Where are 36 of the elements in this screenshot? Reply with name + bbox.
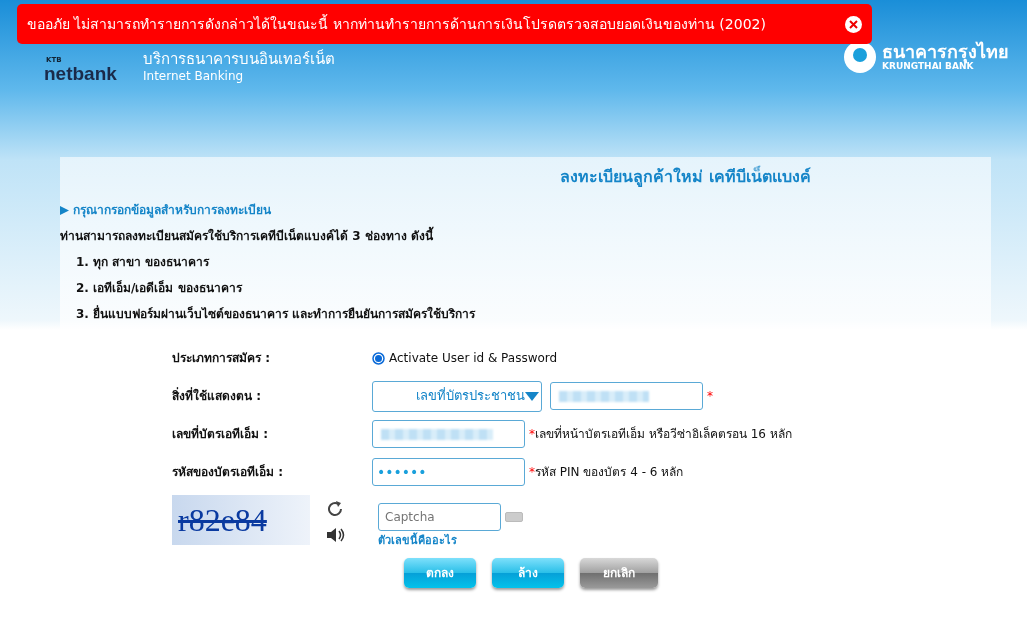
required-mark: * (707, 388, 713, 405)
id-type-dropdown[interactable]: เลขที่บัตรประชาชน (372, 380, 542, 412)
service-subtitle: Internet Banking (143, 68, 244, 85)
speaker-icon[interactable] (326, 525, 346, 544)
field-hint: รหัส PIN ของบัตร 4 - 6 หลัก (535, 464, 684, 481)
cancel-button[interactable]: ยกเลิก (580, 557, 658, 588)
intro-text: ท่านสามารถลงทะเบียนสมัครใช้บริการเคทีบีเน็ตแบงค์ได้ 3 ช่องทาง ดังนี้ (60, 227, 991, 245)
required-mark: * (529, 464, 535, 481)
field-label: ประเภทการสมัคร : (172, 350, 271, 367)
section-heading: กรุณากรอกข้อมูลสำหรับการลงทะเบียน (73, 202, 271, 219)
radio-button[interactable] (372, 349, 385, 367)
submit-button[interactable]: ล้าง (492, 557, 564, 588)
field-label: รหัสของบัตรเอทีเอ็ม : (172, 463, 284, 481)
card-number-field[interactable] (372, 420, 525, 448)
pin-field[interactable]: •••••• (372, 458, 525, 486)
submit-button[interactable]: ตกลง (404, 557, 476, 588)
bank-name: ธนาคารกรุงไทย (882, 40, 1009, 64)
service-title: บริการธนาคารบนอินเทอร์เน็ต (143, 48, 335, 70)
logo-text: netbank (44, 64, 117, 83)
bank-name-english: KRUNGTHAI BANK (882, 61, 974, 73)
field-label: เลขที่บัตรเอทีเอ็ม : (172, 425, 269, 443)
channel-item: 3. ยื่นแบบฟอร์มผ่านเว็บไซต์ของธนาคาร และทำการยืนยันการสมัครใช้บริการ (76, 305, 477, 323)
page-title: ลงทะเบียนลูกค้าใหม่ เคทีบีเน็ตแบงค์ (559, 165, 812, 189)
captcha-field[interactable]: Captcha (378, 503, 501, 531)
channel-item: 2. เอทีเอ็ม/เอดีเอ็ม ของธนาคาร (76, 279, 244, 297)
alert-message: ขออภัย ไม่สามารถทำรายการดังกล่าวได้ในขณะนี้ หากท่านทำรายการด้านการเงินโปรดตรวจสอบยอดเงินของท่าน (2002) (27, 13, 766, 34)
field-label: สิ่งที่ใช้แสดงตน : (172, 387, 262, 405)
required-mark: * (529, 427, 535, 443)
radio-option[interactable]: Activate User id & Password (372, 349, 558, 367)
captcha-image: r82e84 (172, 495, 310, 545)
channel-item: 1. ทุก สาขา ของธนาคาร (76, 254, 211, 271)
captcha-help-link[interactable]: ตัวเลขนี้คืออะไร (378, 534, 457, 547)
triangle-icon (60, 205, 69, 215)
close-icon[interactable] (845, 15, 862, 33)
field-hint: เลขที่หน้าบัตรเอทีเอ็ม หรือวีซ่าอิเล็คตรอน 16 หลัก (535, 425, 792, 443)
id-number-field[interactable] (550, 382, 703, 410)
